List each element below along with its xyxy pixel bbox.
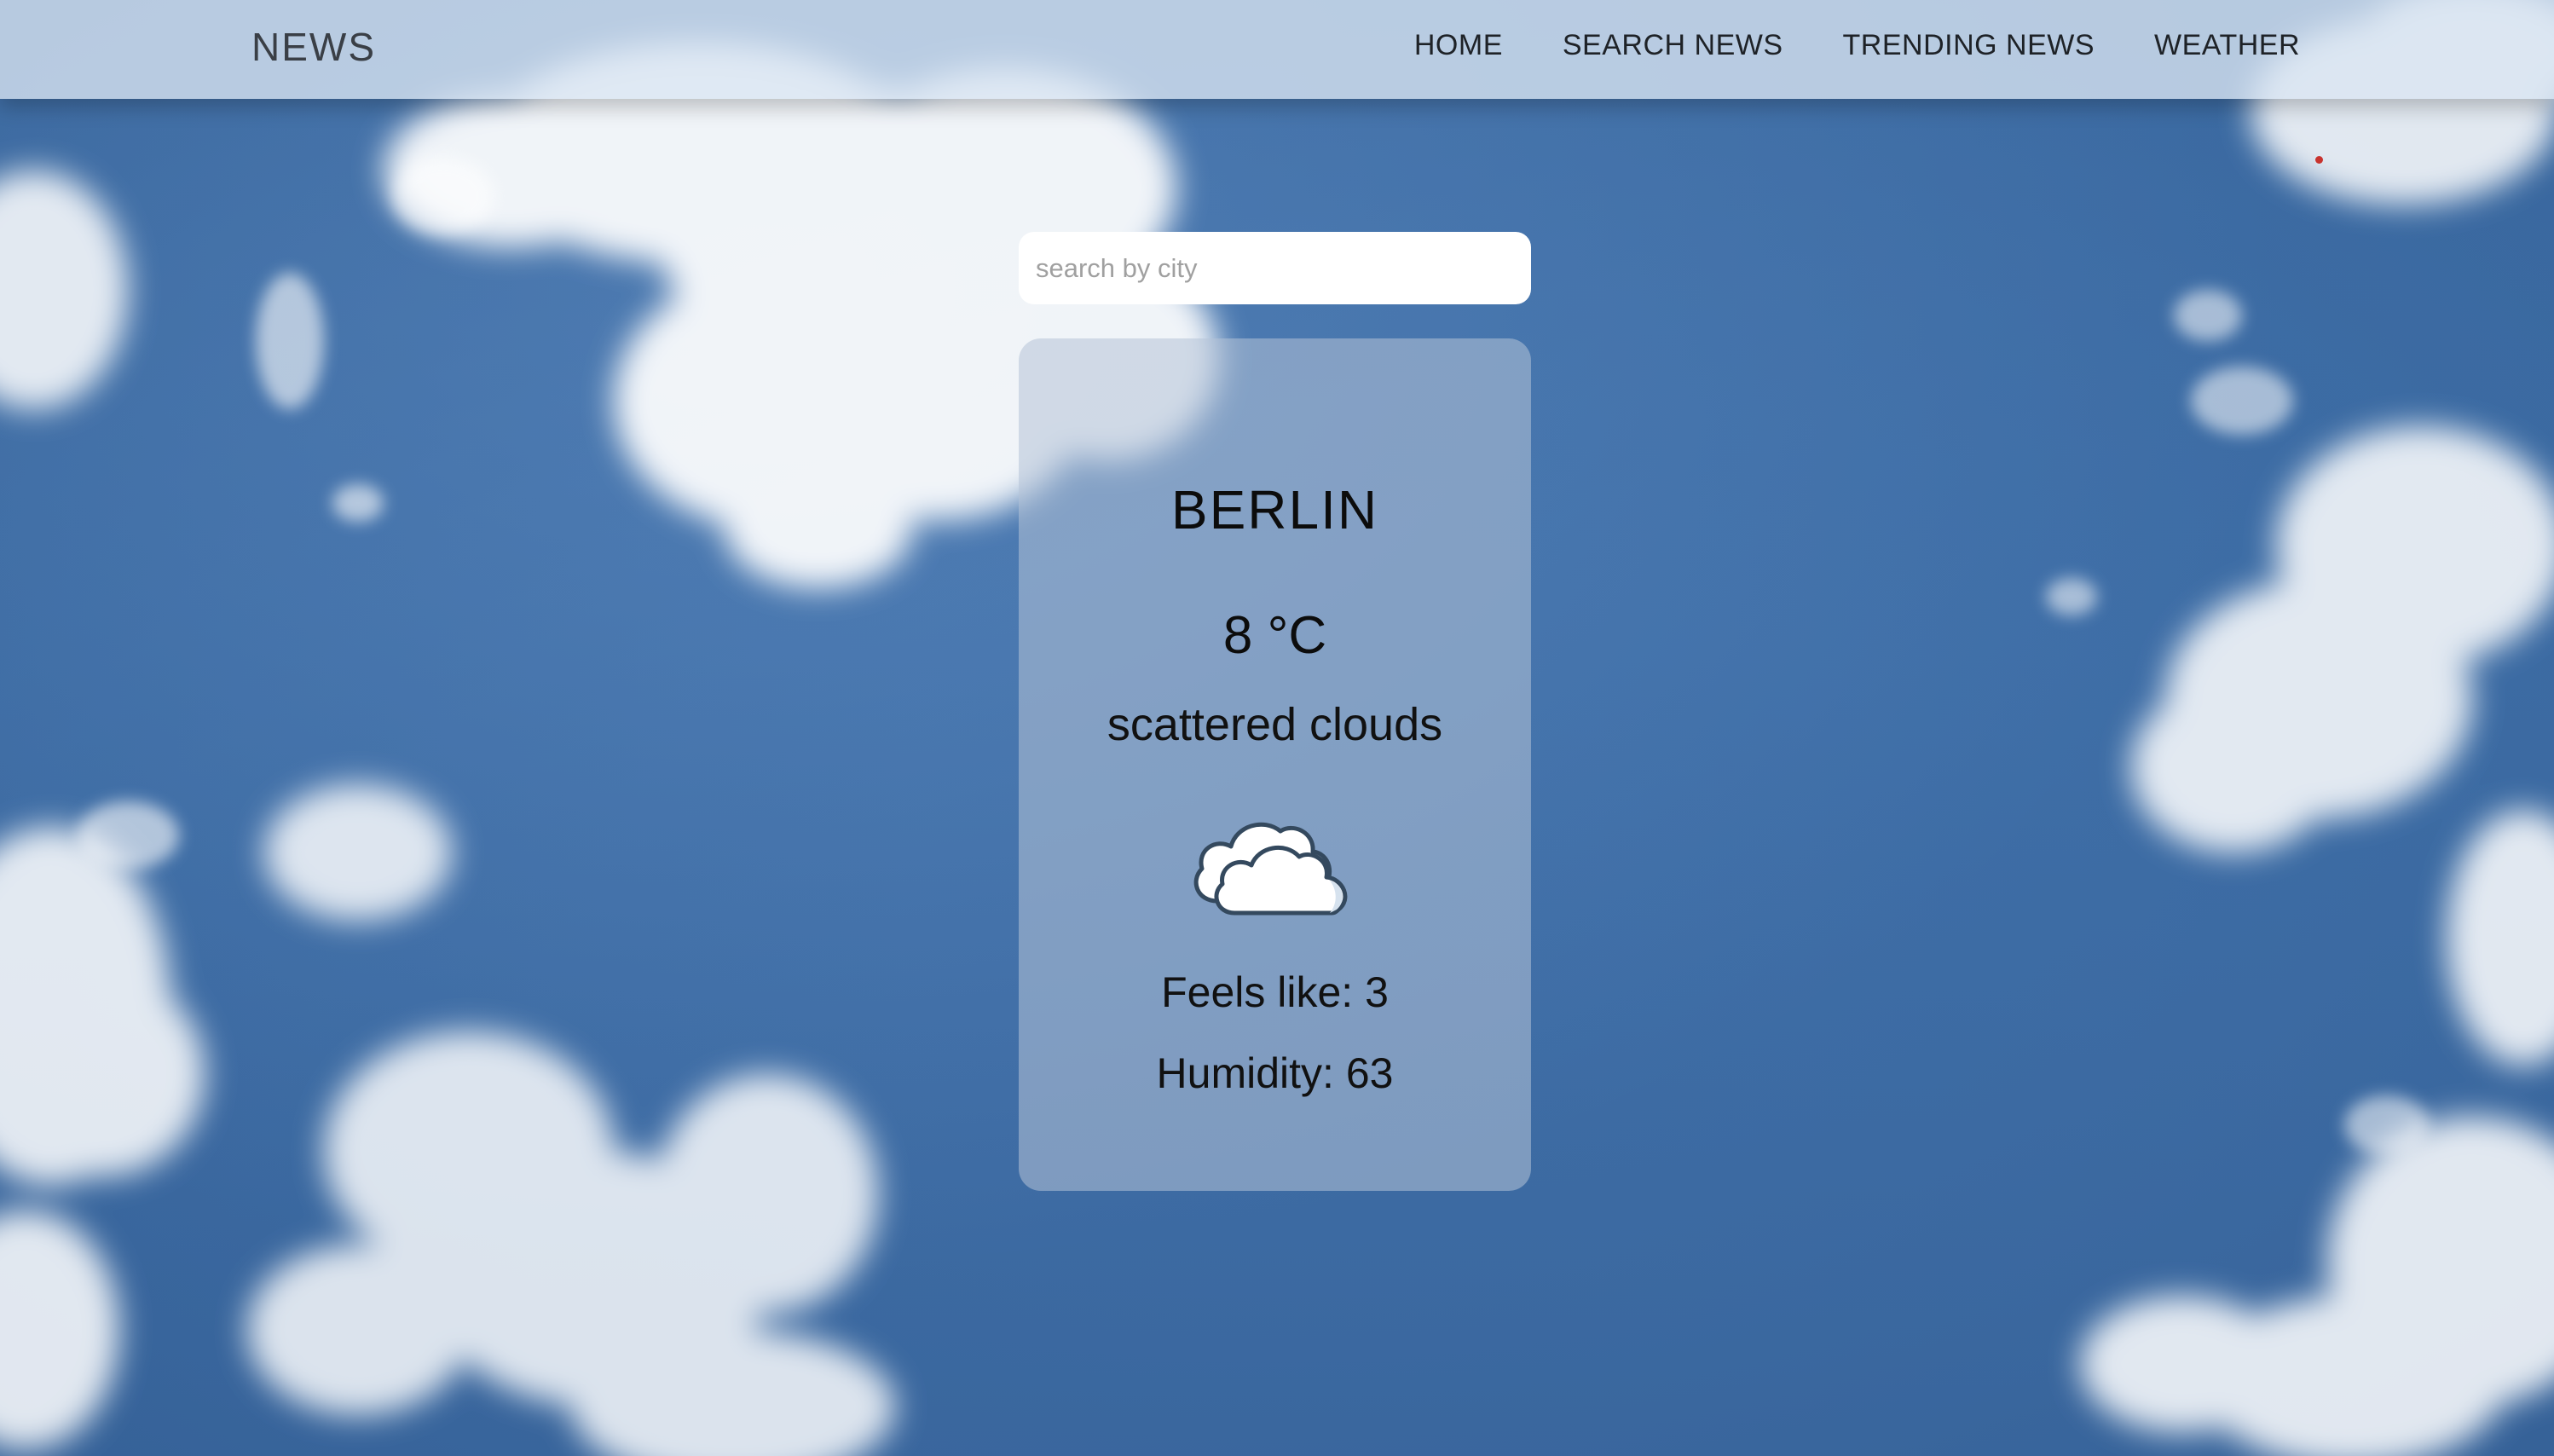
top-navbar: NEWS HOME SEARCH NEWS TRENDING NEWS WEAT… [0, 0, 2554, 99]
nav-link-home[interactable]: HOME [1414, 29, 1503, 62]
brand-logo[interactable]: NEWS [251, 24, 376, 70]
red-dot-marker [2315, 156, 2323, 164]
search-container [1019, 232, 1531, 304]
nav-link-weather[interactable]: WEATHER [2154, 29, 2300, 62]
weather-card: BERLIN 8 °C scattered clouds Feels like:… [1019, 338, 1531, 1191]
city-name: BERLIN [1170, 479, 1379, 540]
nav-link-trending-news[interactable]: TRENDING NEWS [1843, 29, 2095, 62]
scattered-clouds-icon [1185, 799, 1364, 918]
weather-description: scattered clouds [1107, 699, 1443, 750]
nav-link-search-news[interactable]: SEARCH NEWS [1563, 29, 1783, 62]
nav-links: HOME SEARCH NEWS TRENDING NEWS WEATHER [1414, 29, 2300, 62]
temperature: 8 °C [1222, 606, 1327, 665]
feels-like: Feels like: 3 [1161, 968, 1389, 1016]
humidity: Humidity: 63 [1156, 1049, 1394, 1097]
city-search-input[interactable] [1019, 232, 1531, 304]
